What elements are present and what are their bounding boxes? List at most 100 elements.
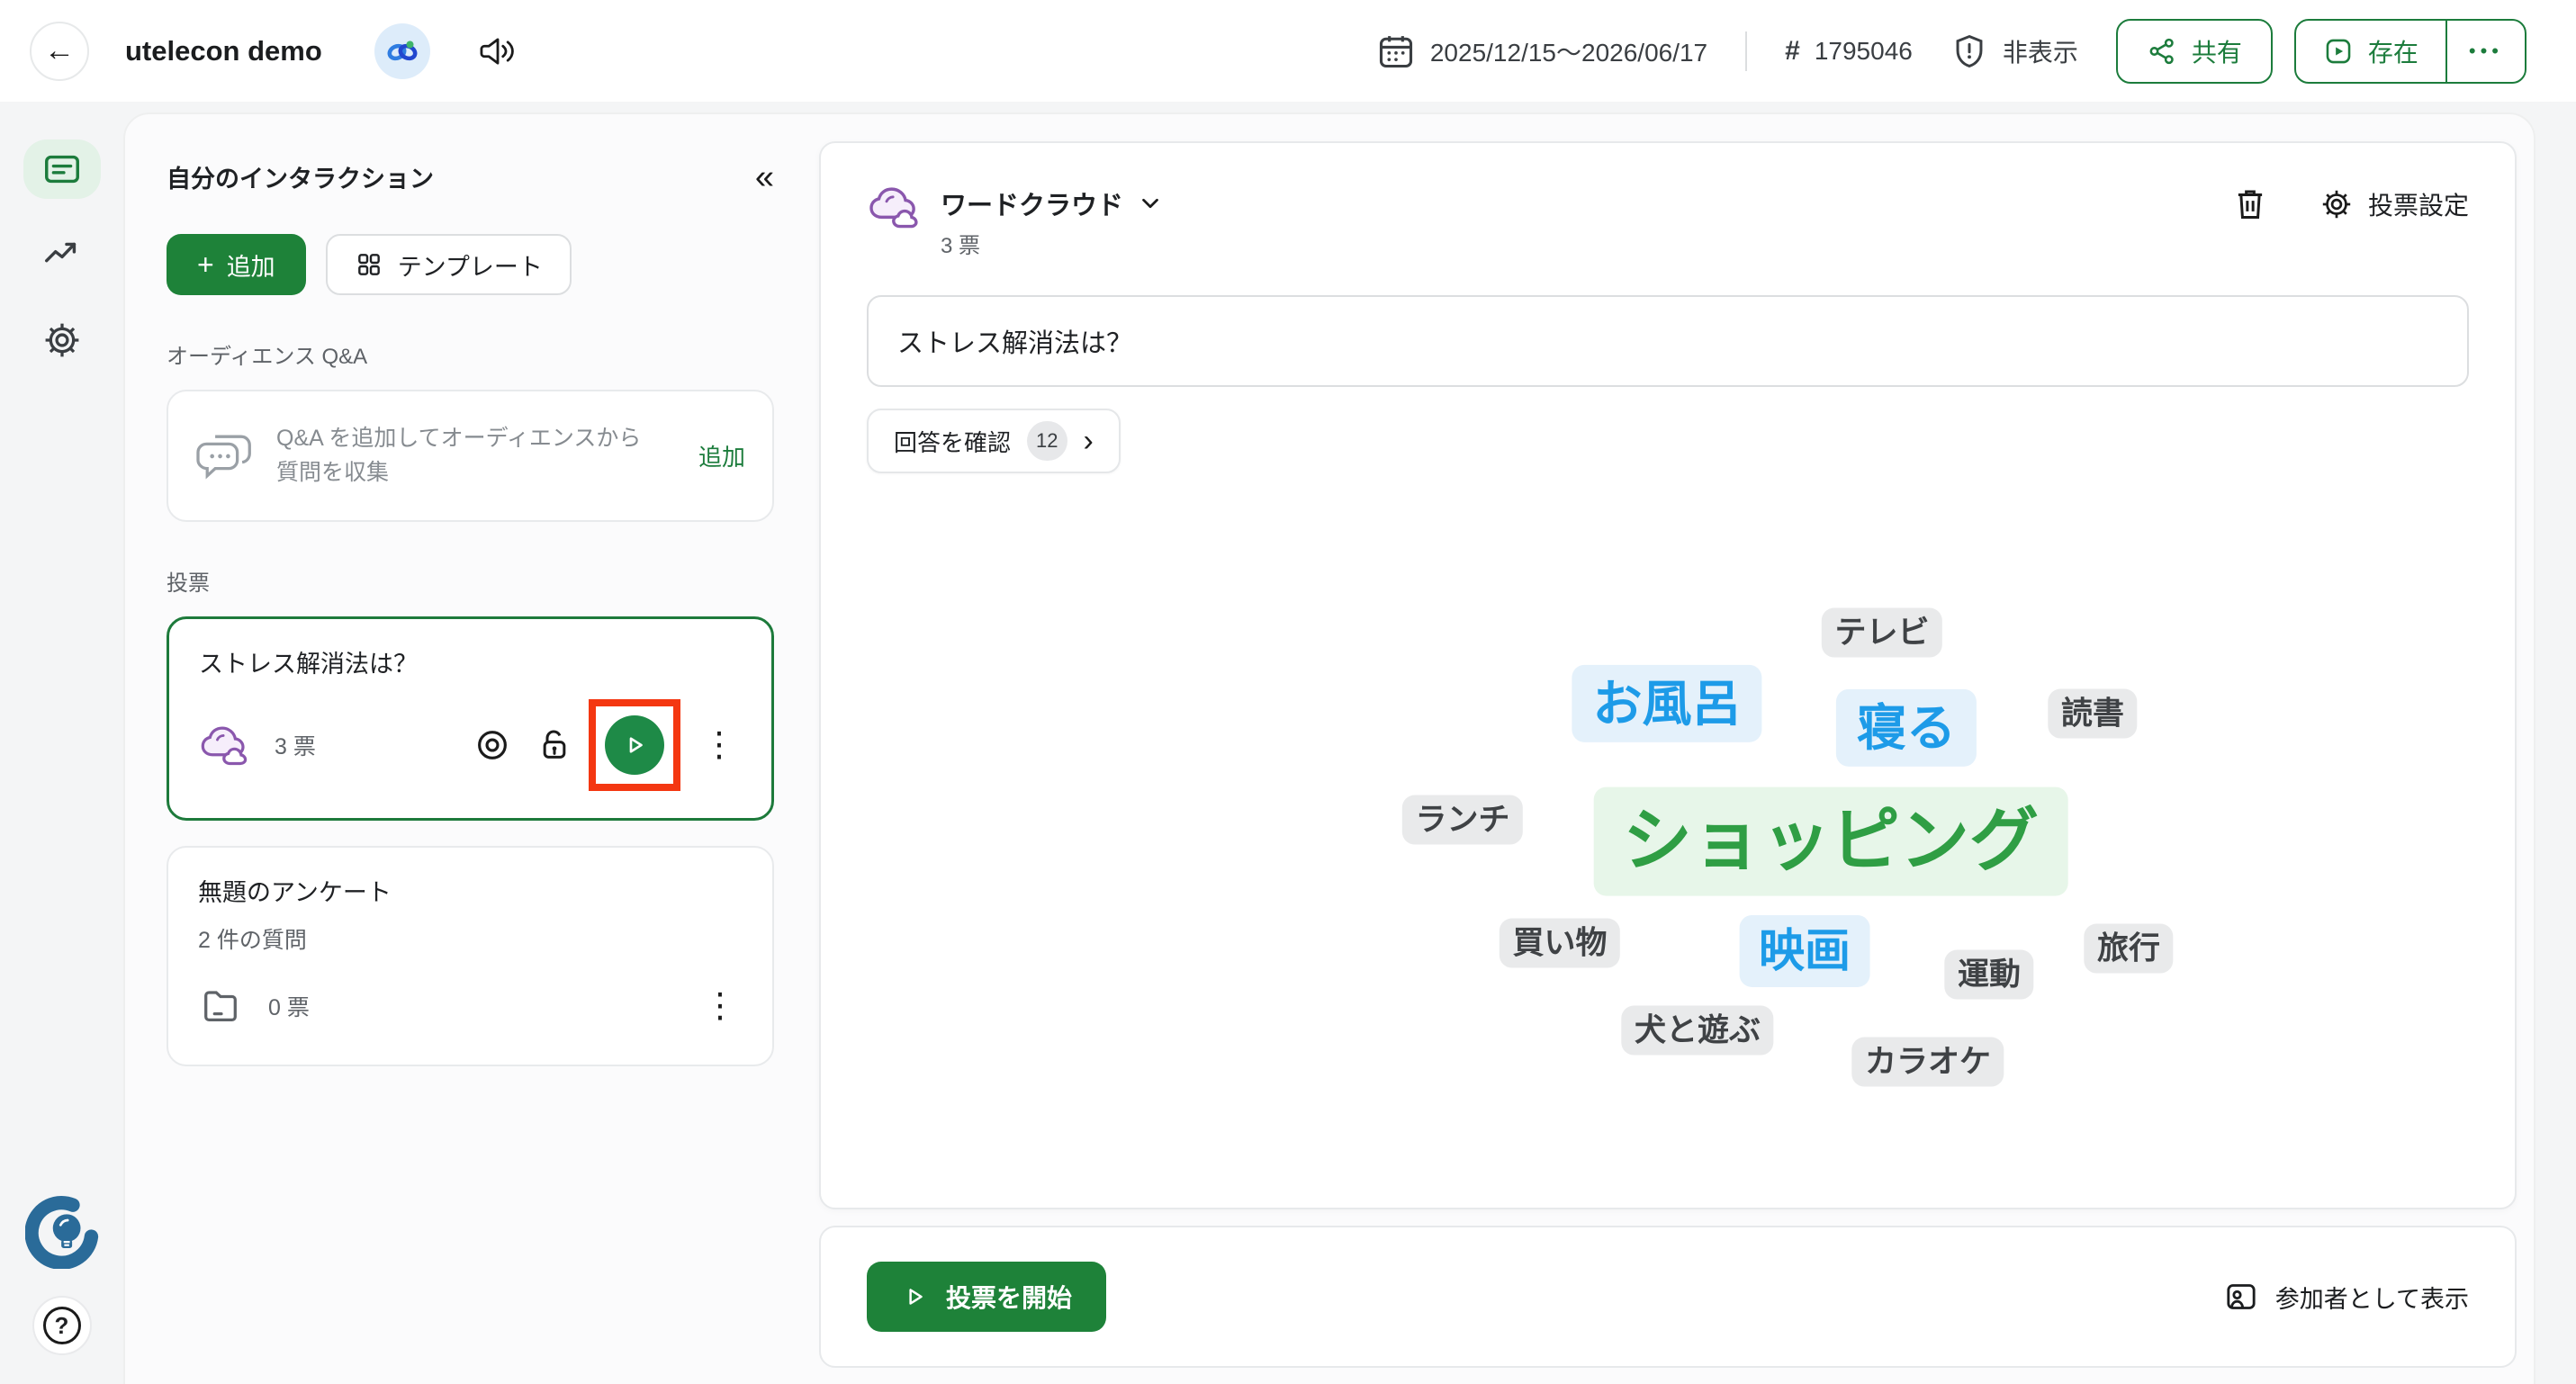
cloud-word: 寝る	[1836, 689, 1977, 767]
help-button[interactable]: ?	[32, 1296, 92, 1355]
question-mark-icon: ?	[43, 1307, 81, 1344]
poll-settings-button[interactable]: 投票設定	[2319, 186, 2469, 222]
event-title: utelecon demo	[125, 35, 322, 67]
present-play-icon	[2323, 36, 2354, 67]
announcement-icon[interactable]	[477, 32, 518, 70]
wordcloud-type-icon	[867, 184, 921, 229]
add-button[interactable]: + 追加	[167, 234, 306, 295]
cloud-word: テレビ	[1822, 608, 1942, 658]
cloud-word: ショッピング	[1594, 787, 2068, 896]
delete-poll-button[interactable]	[2231, 184, 2269, 224]
present-more-button[interactable]: •••	[2447, 21, 2525, 82]
share-icon	[2147, 36, 2177, 67]
event-code-value: 1795046	[1815, 37, 1913, 66]
survey-menu-icon[interactable]: ⋮	[698, 989, 743, 1023]
qa-empty-text: Q&A を追加してオーディエンスから質問を収集	[276, 422, 663, 490]
review-label: 回答を確認	[894, 425, 1011, 458]
share-label: 共有	[2192, 33, 2242, 69]
poll-type-label: ワードクラウド	[941, 184, 1123, 222]
survey-title: 無題のアンケート	[198, 873, 743, 908]
gear-icon	[41, 319, 83, 361]
rail-item-interactions[interactable]	[23, 139, 101, 199]
interactions-icon	[41, 148, 83, 190]
start-poll-label: 投票を開始	[946, 1279, 1072, 1315]
date-range: 2025/12/15〜2026/06/17	[1430, 33, 1707, 69]
poll-type-selector[interactable]: ワードクラウド	[941, 184, 1161, 222]
play-icon	[901, 1283, 928, 1310]
sidebar-title: 自分のインタラクション	[167, 159, 434, 194]
trash-icon	[2231, 184, 2269, 224]
collapse-sidebar-icon[interactable]: «	[755, 160, 774, 194]
poll-settings-label: 投票設定	[2368, 186, 2469, 222]
chevron-down-icon	[1139, 193, 1161, 214]
chat-bubbles-icon	[195, 429, 255, 483]
rail-item-analytics[interactable]	[41, 233, 83, 274]
cloud-word: 買い物	[1500, 919, 1620, 968]
poll-title: ストレス解消法は？	[199, 644, 742, 679]
poll-card-survey[interactable]: 無題のアンケート 2 件の質問 0 票 ⋮	[167, 846, 774, 1066]
share-button[interactable]: 共有	[2116, 19, 2273, 84]
gear-icon	[2319, 187, 2354, 221]
visibility-icon[interactable]	[473, 726, 511, 764]
event-dates: 2025/12/15〜2026/06/17	[1376, 31, 1707, 71]
cloud-word: お風呂	[1572, 665, 1761, 742]
participant-view-icon	[2223, 1279, 2259, 1315]
question-input[interactable]: ストレス解消法は？	[867, 295, 2469, 387]
back-arrow-icon: ←	[44, 33, 75, 68]
cloud-word: ランチ	[1402, 795, 1523, 845]
survey-votes: 0 票	[268, 990, 310, 1022]
hash-icon: #	[1785, 36, 1800, 67]
poll-card-active[interactable]: ストレス解消法は？ 3 票	[167, 616, 774, 821]
question-glyph: ?	[55, 1312, 69, 1340]
plus-icon: +	[197, 250, 214, 279]
rail-item-settings[interactable]	[41, 319, 83, 361]
grid-icon	[355, 250, 383, 279]
view-as-participant-button[interactable]: 参加者として表示	[2223, 1279, 2469, 1315]
poll-votes: 3 票	[275, 729, 316, 761]
hidden-label: 非表示	[2003, 33, 2078, 69]
template-label: テンプレート	[398, 247, 543, 283]
polls-section-label: 投票	[167, 565, 774, 597]
cloud-word: 旅行	[2084, 924, 2173, 974]
lightbulb-swoosh-icon	[25, 1195, 99, 1269]
review-answers-button[interactable]: 回答を確認 12 ›	[867, 409, 1121, 473]
participant-view-label: 参加者として表示	[2275, 1280, 2469, 1315]
left-rail: ?	[0, 102, 123, 1384]
trending-up-icon	[41, 233, 83, 274]
poll-menu-icon[interactable]: ⋮	[697, 728, 742, 762]
event-code: # 1795046	[1785, 36, 1913, 67]
divider	[1745, 31, 1747, 71]
webex-logo-icon	[384, 33, 420, 69]
question-text: ストレス解消法は？	[897, 329, 1132, 358]
back-button[interactable]: ←	[30, 22, 89, 81]
annotation-highlight-box	[589, 699, 680, 791]
survey-question-count: 2 件の質問	[198, 922, 743, 955]
poll-detail-card: ワードクラウド 3 票 投票	[819, 141, 2517, 1209]
answer-count-badge: 12	[1027, 421, 1067, 461]
qa-empty-card[interactable]: Q&A を追加してオーディエンスから質問を収集 追加	[167, 390, 774, 522]
start-poll-button[interactable]: 投票を開始	[867, 1262, 1106, 1332]
qa-add-link[interactable]: 追加	[698, 439, 745, 472]
folder-icon	[198, 985, 243, 1027]
hidden-status[interactable]: 非表示	[1950, 32, 2078, 70]
poll-start-play-button[interactable]	[605, 715, 664, 775]
present-split-button: 存在 •••	[2294, 19, 2526, 84]
wordcloud-type-icon	[199, 723, 249, 767]
top-bar: ← utelecon demo 2025/12/15〜2026/06/17 # …	[0, 0, 2576, 102]
cloud-word: 映画	[1740, 915, 1870, 987]
template-button[interactable]: テンプレート	[326, 234, 572, 295]
content-panel: 自分のインタラクション « + 追加 テンプレート オーディエンス Q&A	[123, 112, 2535, 1384]
utelecon-logo[interactable]	[25, 1195, 99, 1269]
cloud-word: カラオケ	[1851, 1038, 2004, 1087]
ellipsis-icon: •••	[2469, 40, 2503, 63]
add-label: 追加	[227, 247, 275, 283]
qa-section-label: オーディエンス Q&A	[167, 338, 774, 370]
cloud-word: 運動	[1944, 950, 2033, 1000]
cloud-word: 読書	[2048, 689, 2137, 739]
present-button[interactable]: 存在	[2296, 21, 2445, 82]
play-icon	[620, 731, 649, 759]
lock-open-icon[interactable]	[536, 726, 572, 764]
cloud-word: 犬と遊ぶ	[1621, 1006, 1773, 1056]
calendar-icon	[1376, 31, 1416, 71]
chevron-right-icon: ›	[1084, 426, 1094, 456]
